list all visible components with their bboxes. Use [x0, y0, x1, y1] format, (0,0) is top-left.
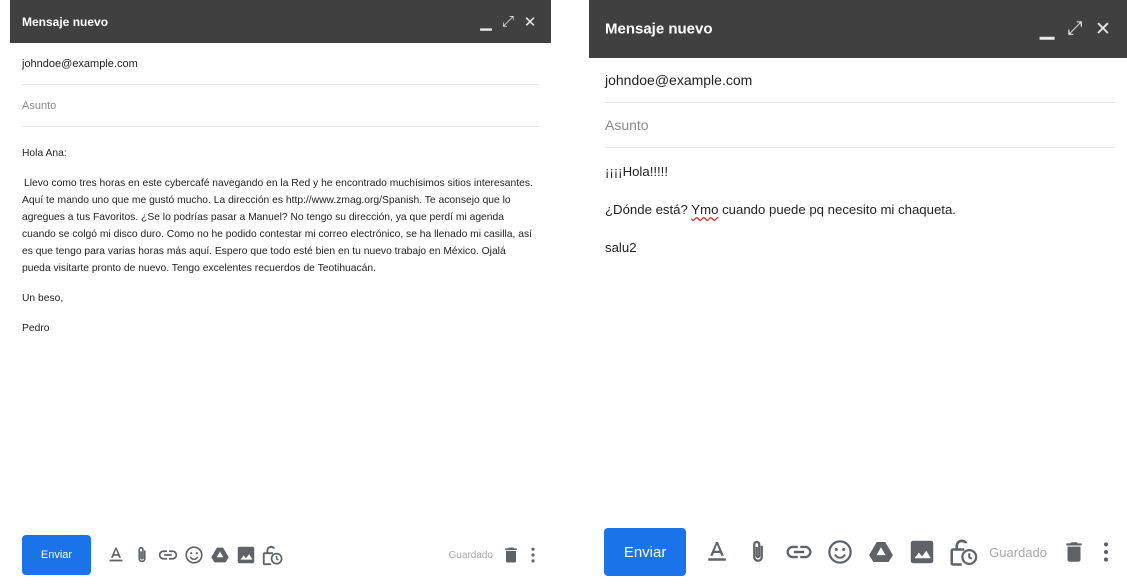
greeting: Hola Ana:	[22, 148, 67, 159]
image-icon[interactable]	[235, 544, 257, 566]
send-button[interactable]: Enviar	[604, 528, 687, 576]
more-options-icon[interactable]	[523, 544, 543, 566]
body-line: ¿Dónde está? Ymo cuando puede pq necesit…	[605, 200, 1113, 220]
close-icon[interactable]: ✕	[519, 11, 541, 33]
subject-placeholder: Asunto	[605, 117, 649, 133]
body-line-end: cuando puede pq necesito mi chaqueta.	[718, 202, 956, 217]
compose-window-right: Mensaje nuevo ▁ ⤢ ✕ johndoe@example.com …	[589, 0, 1127, 585]
saved-status: Guardado	[448, 549, 493, 561]
close-icon[interactable]: ✕	[1089, 15, 1117, 43]
message-body[interactable]: ¡¡¡¡Hola!!!!! ¿Dónde está? Ymo cuando pu…	[589, 148, 1127, 258]
confidential-icon[interactable]	[261, 544, 283, 566]
send-button[interactable]: Enviar	[22, 535, 91, 575]
expand-icon[interactable]: ⤢	[497, 11, 519, 33]
greeting: ¡¡¡¡Hola!!!!!	[605, 164, 669, 179]
message-body[interactable]: Hola Ana: Llevo como tres horas en este …	[10, 127, 551, 337]
drive-icon[interactable]	[866, 537, 896, 567]
trash-icon[interactable]	[1061, 538, 1087, 566]
body-paragraph: Llevo como tres horas en este cybercafé …	[22, 178, 533, 274]
subject-placeholder: Asunto	[22, 99, 57, 112]
compose-footer: Enviar Guardado	[589, 524, 1127, 580]
signature: Pedro	[22, 323, 50, 334]
body-line-start: ¿Dónde está?	[605, 202, 692, 217]
link-icon[interactable]	[157, 544, 179, 566]
compose-titlebar[interactable]: Mensaje nuevo ▁ ⤢ ✕	[589, 0, 1127, 58]
trash-icon[interactable]	[501, 544, 521, 566]
compose-title: Mensaje nuevo	[605, 20, 713, 38]
emoji-icon[interactable]	[183, 544, 205, 566]
signature: salu2	[605, 240, 637, 255]
attach-icon[interactable]	[131, 544, 153, 566]
subject-field[interactable]: Asunto	[22, 85, 539, 127]
attach-icon[interactable]	[743, 537, 773, 567]
image-icon[interactable]	[907, 537, 937, 567]
compose-titlebar[interactable]: Mensaje nuevo ▁ ⤢ ✕	[10, 0, 551, 43]
to-field[interactable]: johndoe@example.com	[22, 43, 539, 85]
to-value: johndoe@example.com	[22, 57, 138, 70]
text-format-icon[interactable]	[702, 537, 732, 567]
text-format-icon[interactable]	[105, 544, 127, 566]
expand-icon[interactable]: ⤢	[1061, 15, 1089, 43]
link-icon[interactable]	[784, 537, 814, 567]
spelling-error-word[interactable]: Ymo	[691, 202, 718, 217]
minimize-icon[interactable]: ▁	[475, 11, 497, 33]
drive-icon[interactable]	[209, 544, 231, 566]
to-field[interactable]: johndoe@example.com	[605, 58, 1115, 103]
closing: Un beso,	[22, 293, 64, 304]
more-options-icon[interactable]	[1093, 538, 1119, 566]
compose-footer: Enviar Guardado	[10, 532, 551, 578]
saved-status: Guardado	[989, 544, 1047, 560]
compose-window-left: Mensaje nuevo ▁ ⤢ ✕ johndoe@example.com …	[10, 0, 551, 585]
emoji-icon[interactable]	[825, 537, 855, 567]
minimize-icon[interactable]: ▁	[1033, 15, 1061, 43]
to-value: johndoe@example.com	[605, 72, 753, 88]
compose-title: Mensaje nuevo	[22, 14, 109, 29]
subject-field[interactable]: Asunto	[605, 103, 1115, 148]
confidential-icon[interactable]	[948, 537, 978, 567]
